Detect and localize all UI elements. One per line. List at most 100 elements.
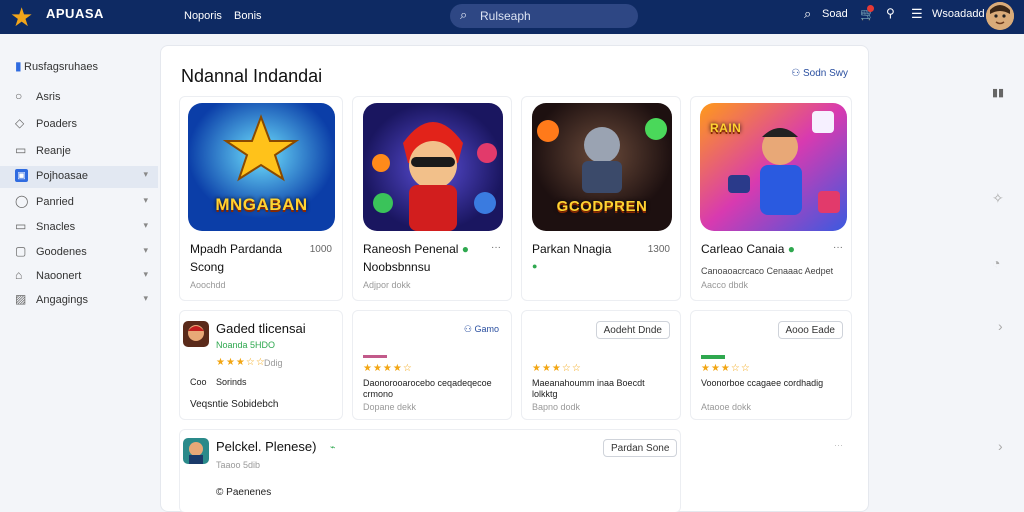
app-title: Pelckel. Plenese) xyxy=(216,439,317,454)
verified-icon: ● xyxy=(787,242,795,256)
app-tag: Taaoo 5dib xyxy=(216,460,261,470)
game-thumbnail[interactable] xyxy=(363,103,503,231)
chevron-down-icon: ▾ xyxy=(143,220,148,230)
app-footer: Veqsntie Sobidebch xyxy=(190,399,279,410)
user-avatar[interactable] xyxy=(986,2,1014,30)
app-meta: Ataooe dokk xyxy=(701,402,752,412)
sidebar-label: Goodenes xyxy=(36,246,87,258)
app-tag: Noanda 5HDO xyxy=(216,340,276,350)
app-description: Voonorboe ccagaee cordhadig xyxy=(701,378,824,388)
sidebar-item-9[interactable]: ⌂ Naoonert ▾ xyxy=(0,266,158,288)
app-stat-2: Sorinds xyxy=(216,377,247,387)
sidebar-item-4[interactable]: ▭ Reanje xyxy=(0,141,158,163)
game-card-3[interactable]: GCODPREN Parkan Nnagia 1300 ● xyxy=(521,96,681,301)
app-card-4[interactable]: Aooo Eade ★★★☆☆ Voonorboe ccagaee cordha… xyxy=(690,310,852,420)
sidebar-item-8[interactable]: ▢ Goodenes ▾ xyxy=(0,242,158,264)
footer-label: Paenenes xyxy=(226,487,272,498)
menu-icon[interactable]: ☰ xyxy=(911,6,923,22)
game-card-1[interactable]: MNGABAN Mpadh Pardanda 1000 Scong Aoochd… xyxy=(179,96,343,301)
sidebar-label: Snacles xyxy=(36,221,76,233)
sidebar-item-2[interactable]: ○ Asris xyxy=(0,87,158,109)
sidebar-item-6[interactable]: ◯ Panried ▾ xyxy=(0,192,158,214)
app-title: Gaded tlicensai xyxy=(216,321,306,336)
sidebar-label: Asris xyxy=(36,91,61,103)
chevron-down-icon: ▾ xyxy=(143,195,148,205)
header-label-2[interactable]: Wsoadadd xyxy=(932,8,985,20)
game-card-2[interactable]: Raneosh Penenal ● ··· Noobsbnnsu Adjpor … xyxy=(352,96,512,301)
chevron-down-icon: ▾ xyxy=(143,169,148,179)
game-art-title: MNGABAN xyxy=(215,195,308,214)
app-description: Maeanahoumm inaa Boecdt lolkktg xyxy=(532,378,645,399)
game-subtitle: Canoaoacrcaco Cenaaac Aedpet xyxy=(701,266,834,276)
game-art-title: RAIN xyxy=(710,121,742,135)
sidebar-label: Poaders xyxy=(36,118,77,130)
rating-stars: ★★★★☆ xyxy=(363,363,413,374)
notification-dot xyxy=(867,5,874,12)
user-icon: ⚇ xyxy=(791,68,803,79)
game-count: 1000 xyxy=(309,244,332,255)
status-dot-icon: ● xyxy=(532,261,538,271)
sidebar-item-10[interactable]: ▨ Angagings ▾ xyxy=(0,290,158,312)
sidebar-item-1[interactable]: ▮ Rusfagsruhaes xyxy=(0,57,158,79)
bottom-app-card[interactable]: Pelckel. Plenese) ⌁ Taaoo 5dib © Paenene… xyxy=(179,429,681,512)
header-label-1[interactable]: Soad xyxy=(822,8,848,20)
sidebar-label: Rusfagsruhaes xyxy=(24,61,98,73)
help-icon[interactable]: ⚲ xyxy=(886,6,895,20)
image-icon: ▨ xyxy=(15,292,27,306)
app-logo[interactable]: ★ APUASA xyxy=(8,3,128,31)
copyright-icon: © xyxy=(216,487,227,498)
game-thumbnail[interactable]: GCODPREN xyxy=(532,103,672,231)
app-action-button[interactable]: Aodeht Dnde xyxy=(595,321,670,339)
nav-link-2[interactable]: Bonis xyxy=(234,10,262,22)
app-stat-1: Coo xyxy=(190,377,207,387)
sidebar-item-7[interactable]: ▭ Snacles ▾ xyxy=(0,217,158,239)
search-input[interactable]: ⌕ Rulseaph xyxy=(450,4,638,28)
verified-icon: ⌁ xyxy=(330,442,336,452)
sort-link[interactable]: ⚇ Sodn Swy xyxy=(791,68,848,79)
game-meta: Aoochdd xyxy=(190,280,226,290)
more-icon[interactable]: ··· xyxy=(491,242,501,253)
game-title-text: Carleao Canaia xyxy=(701,242,785,256)
rating-stars: ★★★☆☆ xyxy=(701,363,751,374)
game-card-4[interactable]: RAIN Carleao Canaia ● ··· Canoaoacrcaco … xyxy=(690,96,852,301)
clock-icon[interactable]: ◔ xyxy=(992,255,1000,271)
puzzle-icon[interactable]: ✧ xyxy=(992,190,1004,207)
game-subtitle: Scong xyxy=(190,260,225,274)
sidebar-item-3[interactable]: ◇ Poaders xyxy=(0,114,158,136)
sidebar-item-5[interactable]: ▣ Pojhoasae ▾ xyxy=(0,166,158,188)
app-icon xyxy=(183,438,209,464)
chevron-right-icon[interactable]: › xyxy=(998,318,1003,334)
game-title: Parkan Nnagia xyxy=(532,242,612,256)
game-thumbnail[interactable]: RAIN xyxy=(700,103,847,231)
top-bar: ★ APUASA Noporis Bonis ⌕ Rulseaph ⌕ Soad… xyxy=(0,0,1024,34)
app-card-3[interactable]: Aodeht Dnde ★★★☆☆ Maeanahoumm inaa Boecd… xyxy=(521,310,681,420)
app-card-1[interactable]: Gaded tlicensai Noanda 5HDO ★★★☆☆ Ddig C… xyxy=(179,310,343,420)
app-card-2[interactable]: ⚇ Gamo ★★★★☆ Daonorooarocebo ceqadeqecoe… xyxy=(352,310,512,420)
game-title-text: Raneosh Penenal xyxy=(363,242,459,256)
tag-label: Gamo xyxy=(474,324,499,334)
game-title: Raneosh Penenal ● xyxy=(363,242,469,256)
more-icon[interactable]: ··· xyxy=(834,440,843,450)
app-action-button[interactable]: Pardan Sone xyxy=(603,439,678,457)
app-tag-button[interactable]: ⚇ Gamo xyxy=(464,324,499,335)
circle-icon: ○ xyxy=(15,89,23,103)
rating-stars: ★★★☆☆ xyxy=(216,357,266,368)
search-icon-button[interactable]: ⌕ xyxy=(804,6,811,22)
app-footer: © Paenenes xyxy=(216,487,271,498)
app-action-button[interactable]: Aooo Eade xyxy=(777,321,843,339)
bubble-icon: ◯ xyxy=(15,194,29,208)
tag-bar xyxy=(363,355,387,358)
rating-stars: ★★★☆☆ xyxy=(532,363,582,374)
verified-icon: ● xyxy=(461,242,470,256)
grid-view-icon[interactable]: ▮▮ xyxy=(992,86,1004,99)
chevron-right-icon[interactable]: › xyxy=(998,438,1003,454)
main-panel: Ndannal Indandai ⚇ Sodn Swy MNGABAN Mpad… xyxy=(160,45,869,512)
grid-icon: ▣ xyxy=(15,169,28,182)
sidebar: ▮ Rusfagsruhaes ○ Asris ◇ Poaders ▭ Reanje ▣… xyxy=(0,52,158,322)
game-title: Carleao Canaia ● xyxy=(701,242,795,256)
game-thumbnail[interactable]: MNGABAN xyxy=(188,103,335,231)
nav-link-1[interactable]: Noporis xyxy=(184,10,222,22)
game-title: Mpadh Pardanda xyxy=(190,242,283,256)
page-title: Ndannal Indandai xyxy=(181,66,323,86)
more-icon[interactable]: ··· xyxy=(833,242,843,253)
